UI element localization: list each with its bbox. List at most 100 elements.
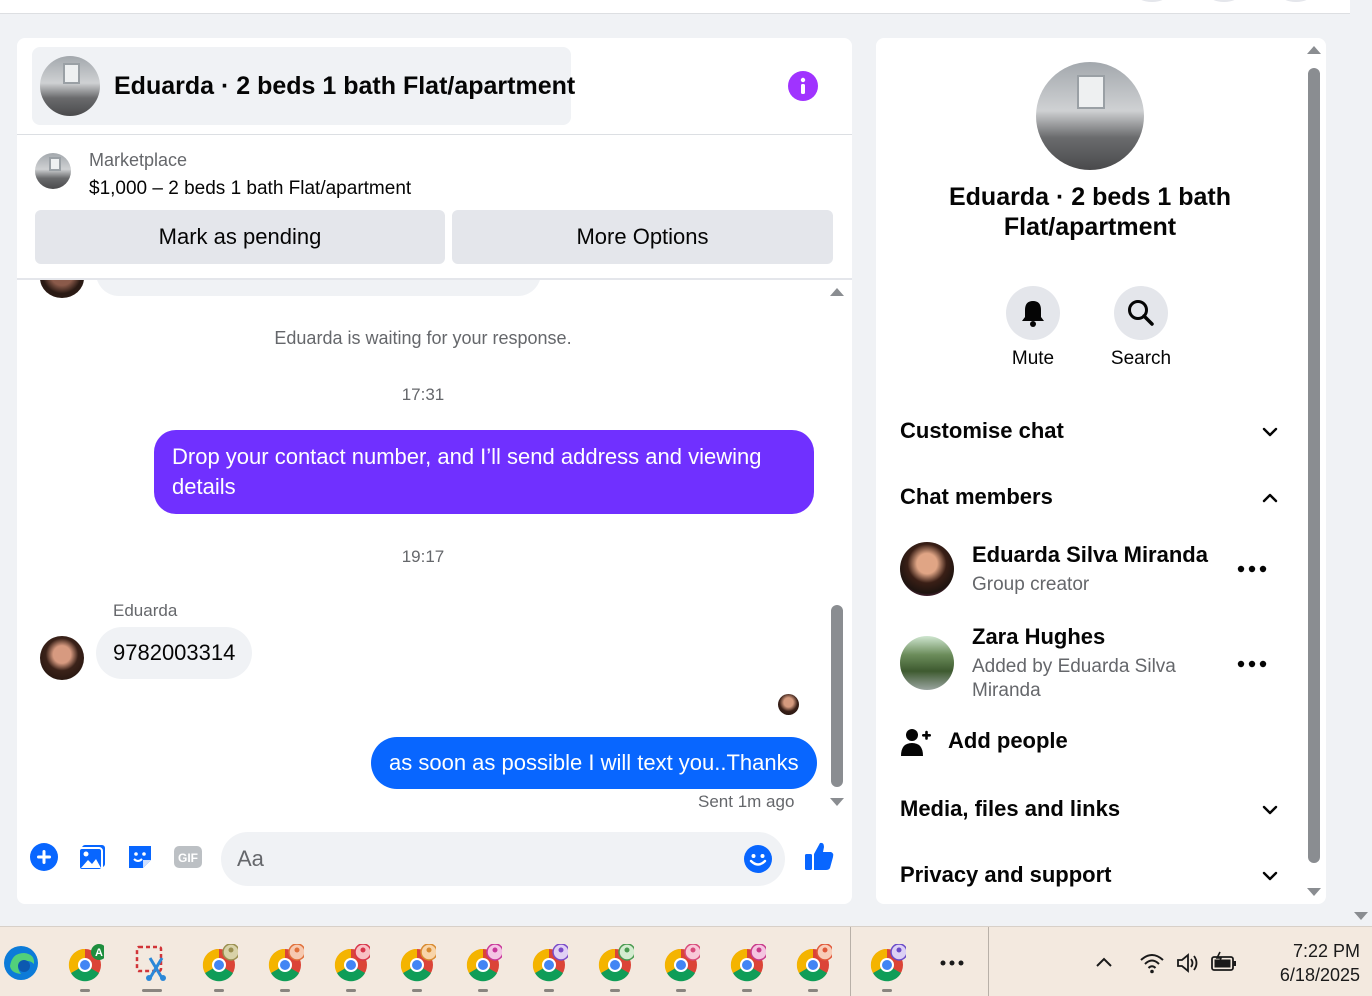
more-options-button[interactable]: More Options [452,210,833,264]
avatar [900,542,954,596]
conversation-title: Eduarda · 2 beds 1 bath Flat/apartment [948,183,1231,241]
more-apps-icon[interactable] [934,944,972,982]
member-name: Zara Hughes [972,624,1106,649]
chrome-profile-icon[interactable] [868,943,908,982]
volume-icon[interactable] [1174,949,1202,977]
scroll-up-arrow[interactable] [830,288,844,296]
scroll-down-arrow[interactable] [1307,888,1321,896]
taskbar-indicator [142,989,162,992]
more-options-icon[interactable] [1236,659,1268,669]
sticker-icon[interactable] [125,842,155,872]
taskbar-indicator [882,989,892,992]
incoming-message[interactable]: 9782003314 [96,627,253,679]
mark-as-pending-button[interactable]: Mark as pending [35,210,445,264]
section-label: Customise chat [900,418,1064,443]
chrome-profile-icon[interactable] [266,943,306,982]
clock-time: 7:22 PM [1292,941,1360,961]
privacy-support-section[interactable]: Privacy and support [900,856,1280,896]
photo-icon[interactable] [77,842,107,872]
message-list[interactable]: Eduarda is waiting for your response. 17… [17,280,852,820]
chat-members-section[interactable]: Chat members [900,478,1280,518]
emoji-icon[interactable] [743,844,773,874]
chrome-profile-icon[interactable]: A [66,944,107,982]
more-options-icon[interactable] [1236,564,1268,574]
member-name: Eduarda Silva Miranda [972,542,1208,567]
chrome-profile-icon[interactable] [728,943,768,982]
add-people-button[interactable]: Add people [900,726,1160,760]
taskbar-indicator [80,989,90,992]
avatar[interactable] [40,636,84,680]
search-button[interactable] [1114,286,1168,340]
section-label: Media, files and links [900,796,1121,821]
scroll-up-arrow[interactable] [1307,46,1321,54]
profile-icon[interactable] [1280,0,1312,2]
chrome-profile-icon[interactable] [332,943,372,982]
chevron-down-icon [1262,427,1278,437]
clock-date: 6/18/2025 [1279,965,1360,985]
media-files-links-section[interactable]: Media, files and links [900,790,1280,830]
chat-header[interactable]: Eduarda · 2 beds 1 bath Flat/apartment [32,47,575,125]
bell-icon [1022,301,1044,327]
conversation-details-panel: Eduarda · 2 beds 1 bath Flat/apartment M… [876,38,1326,904]
taskbar-indicator [676,989,686,992]
listing-thumbnail [40,56,100,116]
chrome-profile-icon[interactable] [530,943,570,982]
taskbar-indicator [610,989,620,992]
listing-photo[interactable] [1036,62,1144,170]
marketplace-label: Marketplace [89,150,188,170]
info-icon[interactable] [788,71,818,101]
chrome-profile-icon[interactable] [794,943,834,982]
avatar [900,636,954,690]
taskbar-indicator [346,989,356,992]
taskbar-indicator [412,989,422,992]
chrome-profile-icon[interactable] [464,943,504,982]
gif-icon[interactable]: GIF [173,842,203,872]
page-scroll-down-arrow[interactable] [1354,912,1368,920]
toolbar-icon[interactable] [1208,0,1240,2]
battery-icon[interactable] [1210,949,1238,977]
scroll-down-arrow[interactable] [830,798,844,806]
chevron-down-icon [1262,805,1278,815]
add-person-icon [901,729,931,756]
browser-top-strip [0,0,1350,14]
wifi-icon[interactable] [1138,949,1166,977]
chrome-profile-icon[interactable] [596,943,636,982]
outgoing-message[interactable]: Drop your contact number, and I’ll send … [154,430,814,514]
mute-button[interactable] [1006,286,1060,340]
mute-label: Mute [1011,348,1055,369]
marketplace-thumbnail [35,153,71,189]
chrome-profile-icon[interactable] [398,943,438,982]
add-people-label: Add people [948,728,1068,753]
outgoing-message[interactable]: as soon as possible I will text you..Tha… [371,737,817,789]
read-receipt-avatar [778,694,799,715]
taskbar: A 7:22 PM 6/18/2025 [0,926,1372,996]
scrollbar-thumb[interactable] [831,605,843,787]
chat-title: Eduarda · 2 beds 1 bath Flat/apartment [114,72,576,100]
add-plus-icon[interactable] [29,842,59,872]
message-input-box [221,832,785,886]
chrome-profile-icon[interactable] [200,943,240,982]
timestamp: 17:31 [401,385,445,404]
sender-name: Eduarda [113,601,178,620]
system-clock[interactable]: 7:22 PM 6/18/2025 [1250,939,1360,987]
member-row[interactable]: Zara Hughes Added by Eduarda Silva Miran… [900,624,1280,704]
thumbs-up-icon[interactable] [803,840,834,870]
snipping-tool-icon[interactable] [134,944,172,982]
chrome-profile-icon[interactable] [662,943,702,982]
toolbar-icon[interactable] [1136,0,1168,2]
taskbar-indicator [808,989,818,992]
chevron-up-icon[interactable] [1090,949,1118,977]
waiting-notice: Eduarda is waiting for your response. [274,328,572,348]
listing-summary[interactable]: $1,000 – 2 beds 1 bath Flat/apartment [89,178,411,200]
chevron-down-icon [1262,871,1278,881]
edge-browser-icon[interactable] [2,944,40,982]
scrollbar-thumb[interactable] [1308,68,1320,863]
chevron-up-icon [1262,493,1278,503]
member-row[interactable]: Eduarda Silva Miranda Group creator [900,538,1280,608]
message-bubble-cut-off[interactable] [96,280,541,296]
avatar[interactable] [40,280,84,298]
svg-text:GIF: GIF [178,851,198,865]
customise-chat-section[interactable]: Customise chat [900,412,1280,452]
message-input[interactable] [237,832,717,886]
timestamp: 19:17 [401,547,445,566]
